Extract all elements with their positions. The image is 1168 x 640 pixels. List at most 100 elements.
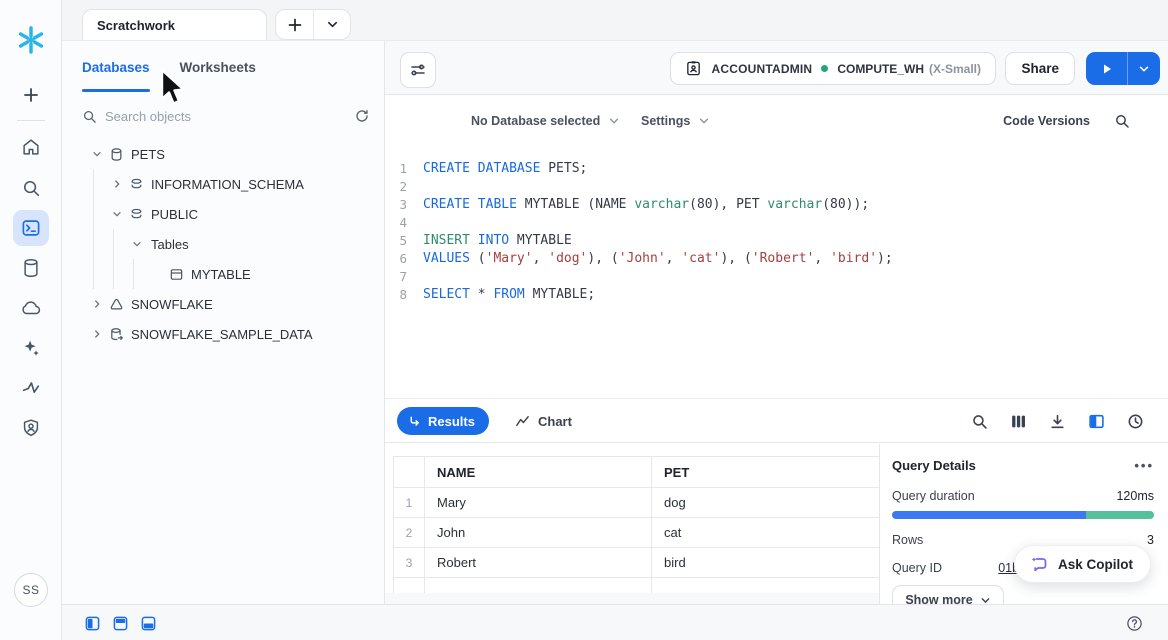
line-number: 6 <box>385 250 423 268</box>
warehouse-name: COMPUTE_WH <box>837 62 924 76</box>
row-number-header <box>394 457 425 488</box>
chevron-down-icon[interactable] <box>128 238 146 250</box>
progress-blue <box>892 511 1086 519</box>
tree-item-snowflake_sample_data[interactable]: SNOWFLAKE_SAMPLE_DATA <box>62 319 384 349</box>
indent-guide <box>93 169 94 289</box>
snowsight-app: SS Scratchwork Databases Worksheets Sear… <box>0 0 1168 640</box>
home-icon[interactable] <box>13 129 49 165</box>
results-actions <box>971 399 1144 444</box>
tab-label: Scratchwork <box>97 18 175 33</box>
tree-item-information_schema[interactable]: INFORMATION_SCHEMA <box>62 169 384 199</box>
chevron-right-icon[interactable] <box>88 298 106 310</box>
toggle-top-panel-icon[interactable] <box>113 616 128 631</box>
help-icon[interactable] <box>1126 615 1143 632</box>
chevron-right-icon[interactable] <box>108 178 126 190</box>
shared-database-icon <box>106 327 126 342</box>
database-selector[interactable]: No Database selected <box>471 95 620 147</box>
columns-icon[interactable] <box>1010 413 1027 430</box>
tree-item-tables[interactable]: Tables <box>62 229 384 259</box>
projects-icon[interactable] <box>13 210 49 246</box>
activity-icon[interactable] <box>13 370 49 406</box>
table-cell <box>425 578 652 594</box>
new-tab-plus-icon[interactable] <box>276 10 313 39</box>
data-icon[interactable] <box>13 250 49 286</box>
chevron-right-icon[interactable] <box>88 328 106 340</box>
refresh-icon[interactable] <box>354 108 370 124</box>
editor-header-right: Code Versions <box>1003 95 1168 147</box>
plus-icon[interactable] <box>13 77 49 113</box>
filters-icon[interactable] <box>400 52 436 88</box>
avatar[interactable]: SS <box>14 573 48 607</box>
results-arrow-icon <box>408 415 421 428</box>
context-selector[interactable]: ACCOUNTADMIN COMPUTE_WH (X-Small) <box>670 52 996 85</box>
tab-worksheets[interactable]: Worksheets <box>180 60 256 75</box>
code-versions-button[interactable]: Code Versions <box>1003 114 1090 128</box>
download-icon[interactable] <box>1049 413 1066 430</box>
results-tab-label: Results <box>428 414 475 429</box>
ai-sparkles-icon[interactable] <box>13 330 49 366</box>
toggle-left-panel-icon[interactable] <box>85 616 100 631</box>
tab-results[interactable]: Results <box>397 407 489 435</box>
tab-menu-chevron-down-icon[interactable] <box>313 10 350 39</box>
editor-header: No Database selected Settings Code Versi… <box>385 95 1168 147</box>
chevron-down-icon[interactable] <box>88 148 106 160</box>
tab-databases[interactable]: Databases <box>82 60 150 75</box>
editor-search-icon[interactable] <box>1114 113 1130 129</box>
line-number: 1 <box>385 160 423 178</box>
ask-copilot-button[interactable]: Ask Copilot <box>1014 545 1151 583</box>
search-icon[interactable] <box>13 170 49 206</box>
history-clock-icon[interactable] <box>1127 413 1144 430</box>
table-cell[interactable]: cat <box>652 518 880 548</box>
table-cell[interactable]: bird <box>652 548 880 578</box>
split-panel-icon[interactable] <box>1088 413 1105 430</box>
new-tab-group <box>275 9 351 40</box>
code-line: 8SELECT * FROM MYTABLE; <box>385 286 1168 304</box>
share-button[interactable]: Share <box>1005 52 1075 85</box>
table-cell[interactable]: Robert <box>425 548 652 578</box>
admin-shield-icon[interactable] <box>13 410 49 446</box>
indent-guide <box>133 259 134 289</box>
tree-item-label: MYTABLE <box>191 267 251 282</box>
chevron-down-icon <box>608 115 620 127</box>
sql-editor[interactable]: 1CREATE DATABASE PETS;23CREATE TABLE MYT… <box>385 147 1168 398</box>
worksheet-toolbar: ACCOUNTADMIN COMPUTE_WH (X-Small) Share <box>385 40 1168 95</box>
code-line: 6VALUES ('Mary', 'dog'), ('John', 'cat')… <box>385 250 1168 268</box>
line-number: 4 <box>385 214 423 232</box>
active-tab-underline <box>82 89 150 92</box>
snowflake-logo-icon[interactable] <box>15 24 47 56</box>
results-search-icon[interactable] <box>971 413 988 430</box>
indent-guide <box>113 229 114 289</box>
table-row: 1Marydog <box>394 488 880 518</box>
tree-item-label: Tables <box>151 237 189 252</box>
schema-icon <box>126 207 146 222</box>
code-line: 7 <box>385 268 1168 286</box>
tree-item-public[interactable]: PUBLIC <box>62 199 384 229</box>
copilot-label: Ask Copilot <box>1058 557 1133 572</box>
cloud-icon[interactable] <box>13 290 49 326</box>
run-options-chevron-down-icon[interactable] <box>1127 52 1160 85</box>
row-number: 2 <box>394 518 425 548</box>
run-button[interactable] <box>1086 52 1127 85</box>
table-cell[interactable]: dog <box>652 488 880 518</box>
code-text: CREATE TABLE MYTABLE (NAME varchar(80), … <box>423 196 869 214</box>
tab-scratchwork[interactable]: Scratchwork <box>82 9 267 40</box>
tree-item-mytable[interactable]: MYTABLE <box>62 259 384 289</box>
tree-item-snowflake[interactable]: SNOWFLAKE <box>62 289 384 319</box>
tree-item-label: PUBLIC <box>151 207 198 222</box>
search-placeholder: Search objects <box>105 109 346 124</box>
chart-tab-label: Chart <box>538 414 572 429</box>
table-cell[interactable]: John <box>425 518 652 548</box>
show-more-label: Show more <box>905 593 972 604</box>
toggle-bottom-panel-icon[interactable] <box>141 616 156 631</box>
show-more-button[interactable]: Show more <box>892 585 1004 604</box>
tree-item-pets[interactable]: PETS <box>62 139 384 169</box>
search-objects-input[interactable]: Search objects <box>82 101 370 131</box>
settings-menu[interactable]: Settings <box>641 95 710 147</box>
chevron-down-icon[interactable] <box>108 208 126 220</box>
table-icon <box>166 267 186 282</box>
column-header-name[interactable]: NAME <box>425 457 652 488</box>
more-options-icon[interactable]: ••• <box>1134 458 1154 473</box>
column-header-pet[interactable]: PET <box>652 457 880 488</box>
tab-chart[interactable]: Chart <box>515 407 572 435</box>
table-cell[interactable]: Mary <box>425 488 652 518</box>
